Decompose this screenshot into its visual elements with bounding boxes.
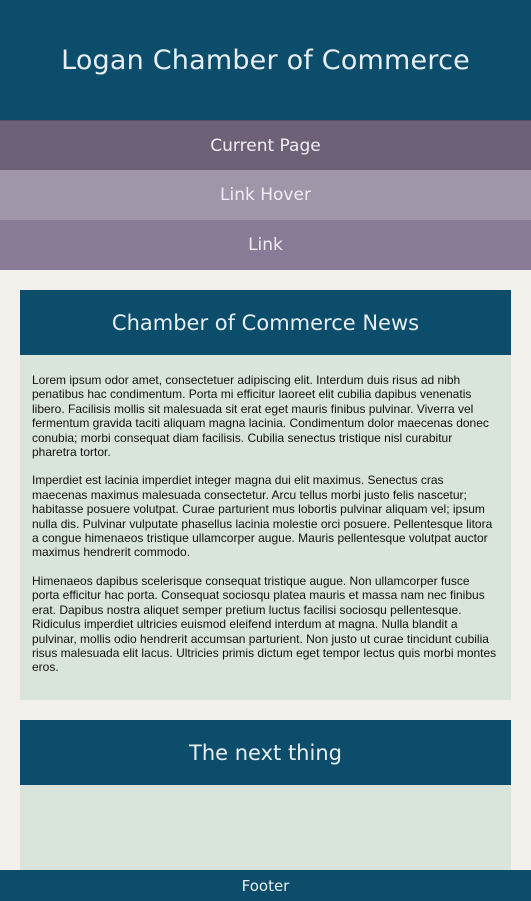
next-thing-card-header: The next thing — [20, 720, 511, 785]
site-footer: Footer — [0, 870, 531, 901]
news-paragraph-3: Himenaeos dapibus scelerisque consequat … — [32, 573, 497, 675]
nav-item-link-hover[interactable]: Link Hover — [0, 170, 531, 220]
news-card-body: Lorem ipsum odor amet, consectetuer adip… — [20, 355, 511, 700]
news-paragraph-2: Imperdiet est lacinia imperdiet integer … — [32, 473, 493, 560]
news-card-header: Chamber of Commerce News — [20, 290, 511, 355]
next-thing-card: The next thing — [20, 720, 511, 875]
main-content: Chamber of Commerce News Lorem ipsum odo… — [20, 290, 511, 875]
news-paragraph-1: Lorem ipsum odor amet, consectetuer adip… — [32, 373, 489, 460]
news-card: Chamber of Commerce News Lorem ipsum odo… — [20, 290, 511, 700]
site-header: Logan Chamber of Commerce — [0, 0, 531, 120]
next-thing-card-title: The next thing — [189, 740, 342, 765]
main-nav: Current Page Link Hover Link — [0, 120, 531, 270]
nav-item-current-page[interactable]: Current Page — [0, 120, 531, 170]
nav-item-link[interactable]: Link — [0, 220, 531, 270]
site-title: Logan Chamber of Commerce — [61, 44, 470, 76]
footer-label: Footer — [241, 876, 290, 895]
news-card-title: Chamber of Commerce News — [111, 310, 420, 335]
next-thing-card-body — [20, 785, 511, 875]
